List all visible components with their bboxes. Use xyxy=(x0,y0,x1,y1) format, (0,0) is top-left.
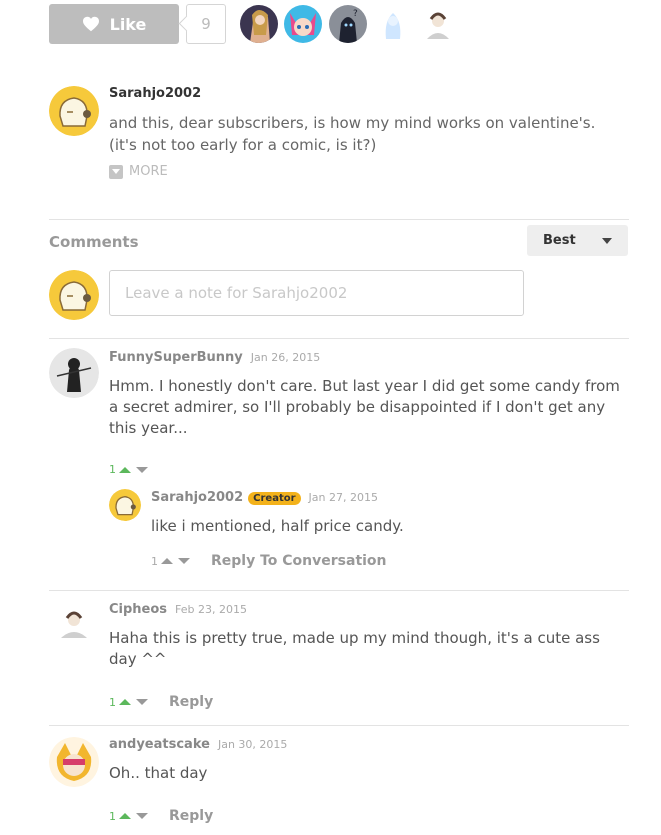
vote-count: 1 xyxy=(109,809,116,823)
comment-divider xyxy=(49,590,629,591)
section-divider xyxy=(49,219,629,220)
upvote-icon[interactable] xyxy=(119,699,131,705)
like-label: Like xyxy=(109,14,147,34)
commenter-avatar[interactable] xyxy=(49,737,99,787)
downvote-icon[interactable] xyxy=(136,466,148,473)
reply-author[interactable]: Sarahjo2002 xyxy=(151,490,243,505)
vote-count: 1 xyxy=(151,554,158,568)
comment-date: Jan 26, 2015 xyxy=(250,351,321,364)
commenter-avatar[interactable] xyxy=(49,348,99,398)
upvote-icon[interactable] xyxy=(119,466,131,473)
liker-avatar-4[interactable] xyxy=(374,5,412,43)
upvote-icon[interactable] xyxy=(161,558,173,564)
comment-date: Jan 30, 2015 xyxy=(217,738,288,751)
creator-badge: Creator xyxy=(248,492,301,505)
vote-controls: 1 Reply xyxy=(109,694,213,710)
post-author-name[interactable]: Sarahjo2002 xyxy=(109,86,201,101)
chevron-down-icon xyxy=(109,164,123,179)
caret-down-icon xyxy=(602,237,612,244)
reply-to-conversation-link[interactable]: Reply To Conversation xyxy=(211,553,387,569)
reply-avatar[interactable] xyxy=(109,489,141,521)
comment-text: Hmm. I honestly don't care. But last yea… xyxy=(109,377,620,437)
post-description: and this, dear subscribers, is how my mi… xyxy=(109,114,596,154)
downvote-icon[interactable] xyxy=(178,558,190,564)
svg-text:?: ? xyxy=(353,9,358,19)
liker-avatar-5[interactable] xyxy=(419,5,457,43)
comment-author[interactable]: andyeatscake xyxy=(109,737,210,752)
vote-controls: 1 Reply xyxy=(109,808,213,824)
comment-author[interactable]: Cipheos xyxy=(109,602,167,617)
downvote-icon[interactable] xyxy=(136,813,148,819)
comment-meta: FunnySuperBunny Jan 26, 2015 xyxy=(109,350,320,365)
more-label: MORE xyxy=(129,164,168,179)
like-button[interactable]: Like xyxy=(49,4,179,44)
reply-link[interactable]: Reply xyxy=(169,808,213,824)
reply-link[interactable]: Reply xyxy=(169,694,213,710)
heart-icon xyxy=(82,16,99,32)
vote-count: 1 xyxy=(109,463,116,476)
sort-dropdown[interactable]: Best xyxy=(527,225,628,256)
author-avatar[interactable] xyxy=(49,86,99,136)
like-count: 9 xyxy=(186,4,226,44)
liker-avatar-1[interactable] xyxy=(240,5,278,43)
more-toggle[interactable]: MORE xyxy=(109,164,168,179)
liker-avatar-2[interactable] xyxy=(284,5,322,43)
sort-selected-label: Best xyxy=(543,233,576,248)
comments-title: Comments xyxy=(49,233,139,251)
liker-avatar-3[interactable]: ? xyxy=(329,5,367,43)
reply-date: Jan 27, 2015 xyxy=(308,491,378,504)
current-user-avatar xyxy=(49,270,99,320)
reply-meta: Sarahjo2002 Creator Jan 27, 2015 xyxy=(151,490,378,505)
comment-text: Haha this is pretty true, made up my min… xyxy=(109,629,600,668)
vote-count: 1 xyxy=(109,695,116,709)
upvote-icon[interactable] xyxy=(119,813,131,819)
commenter-avatar[interactable] xyxy=(55,604,93,642)
comment-text: Oh.. that day xyxy=(109,764,208,782)
comment-meta: Cipheos Feb 23, 2015 xyxy=(109,602,247,617)
vote-controls: 1 xyxy=(109,463,148,476)
downvote-icon[interactable] xyxy=(136,699,148,705)
comment-input[interactable] xyxy=(109,270,524,316)
comment-author[interactable]: FunnySuperBunny xyxy=(109,350,243,365)
comment-meta: andyeatscake Jan 30, 2015 xyxy=(109,737,287,752)
comment-divider xyxy=(49,338,629,339)
reply-vote-controls: 1 Reply To Conversation xyxy=(151,553,387,569)
comment-date: Feb 23, 2015 xyxy=(175,603,248,616)
comment-divider xyxy=(49,725,629,726)
reply-text: like i mentioned, half price candy. xyxy=(151,517,404,535)
